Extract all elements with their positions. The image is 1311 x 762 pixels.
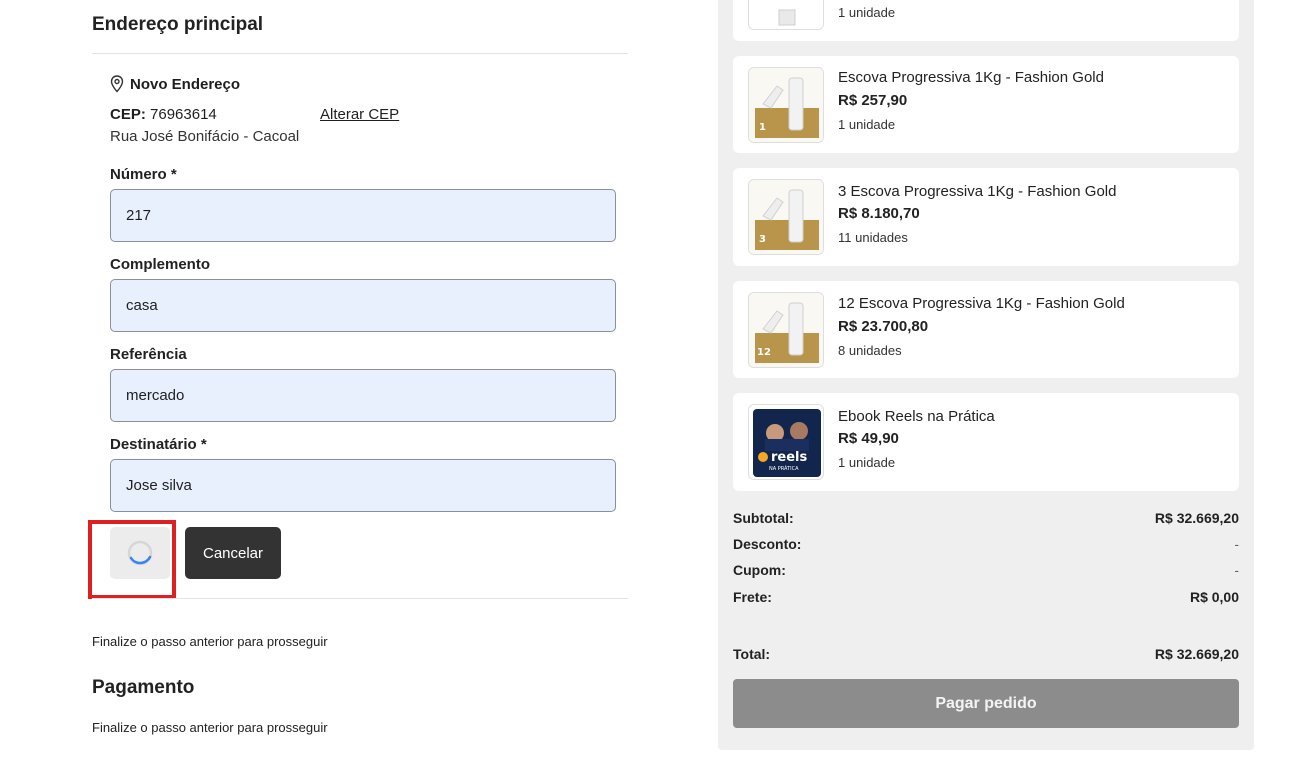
item-quantity: 1 unidade [838,5,896,20]
item-price: R$ 257,90 [838,92,908,109]
item-quantity: 8 unidades [838,343,902,358]
item-quantity: 1 unidade [838,455,896,470]
divider [92,598,628,599]
product-thumbnail [748,0,824,30]
payment-step-note: Finalize o passo anterior para prossegui… [92,720,328,735]
change-cep-link[interactable]: Alterar CEP [320,106,399,123]
cart-item: 1 unidade [733,0,1239,41]
new-address-label: Novo Endereço [130,75,241,93]
svg-text:reels: reels [771,450,808,465]
highlight-box [88,520,176,599]
location-pin-icon [110,75,124,93]
item-name: 12 Escova Progressiva 1Kg - Fashion Gold [838,295,1125,312]
item-quantity: 1 unidade [838,117,896,132]
referencia-input[interactable] [110,369,616,422]
item-price: R$ 23.700,80 [838,318,929,335]
product-thumbnail: reels NA PRÁTICA [748,404,824,480]
item-price: R$ 49,90 [838,430,899,447]
complemento-input[interactable] [110,279,616,332]
svg-text:12: 12 [757,347,771,358]
coupon-label: Cupom: [733,562,786,578]
shipping-value: R$ 0,00 [1189,589,1239,605]
cep-value: 76963614 [150,106,217,123]
item-name: Ebook Reels na Prática [838,408,995,425]
svg-text:1: 1 [759,122,766,133]
product-thumbnail: 3 [748,179,824,255]
destinatario-input[interactable] [110,459,616,512]
coupon-value: - [1234,562,1239,578]
total-label: Total: [733,646,771,662]
street-address: Rua José Bonifácio - Cacoal [110,128,300,145]
cart-item: reels NA PRÁTICA Ebook Reels na Prática … [733,393,1239,491]
address-section: Endereço principal Novo Endereço CEP: 76… [88,0,628,762]
discount-label: Desconto: [733,536,802,552]
svg-text:NA PRÁTICA: NA PRÁTICA [769,465,799,472]
svg-text:3: 3 [759,234,766,245]
total-value: R$ 32.669,20 [1154,646,1239,662]
address-section-title: Endereço principal [92,14,264,35]
cart-item: 1 Escova Progressiva 1Kg - Fashion Gold … [733,56,1239,153]
destinatario-label: Destinatário * [110,436,207,453]
cancel-button[interactable]: Cancelar [185,527,281,579]
item-price: R$ 8.180,70 [838,205,920,222]
numero-input[interactable] [110,189,616,242]
item-name: 3 Escova Progressiva 1Kg - Fashion Gold [838,183,1117,200]
order-summary-panel: 1 unidade 1 Escova Progressiva 1Kg - Fas… [718,0,1254,750]
item-name: Escova Progressiva 1Kg - Fashion Gold [838,69,1104,86]
product-thumbnail: 1 [748,67,824,143]
product-thumbnail: 12 [748,292,824,368]
payment-section-title: Pagamento [92,677,195,698]
numero-label: Número * [110,166,177,183]
referencia-label: Referência [110,346,187,363]
cart-item: 12 12 Escova Progressiva 1Kg - Fashion G… [733,281,1239,378]
shipping-step-note: Finalize o passo anterior para prossegui… [92,634,328,649]
subtotal-label: Subtotal: [733,510,794,526]
cart-item: 3 3 Escova Progressiva 1Kg - Fashion Gol… [733,168,1239,266]
discount-value: - [1234,536,1239,552]
new-address-heading: Novo Endereço [110,75,240,93]
divider [92,53,628,54]
cep-label: CEP: [110,106,146,123]
item-quantity: 11 unidades [838,230,908,245]
complemento-label: Complemento [110,256,211,273]
cep-line: CEP: 76963614 [110,106,217,123]
pay-order-button[interactable]: Pagar pedido [733,679,1239,728]
subtotal-value: R$ 32.669,20 [1154,510,1239,526]
shipping-label: Frete: [733,589,772,605]
